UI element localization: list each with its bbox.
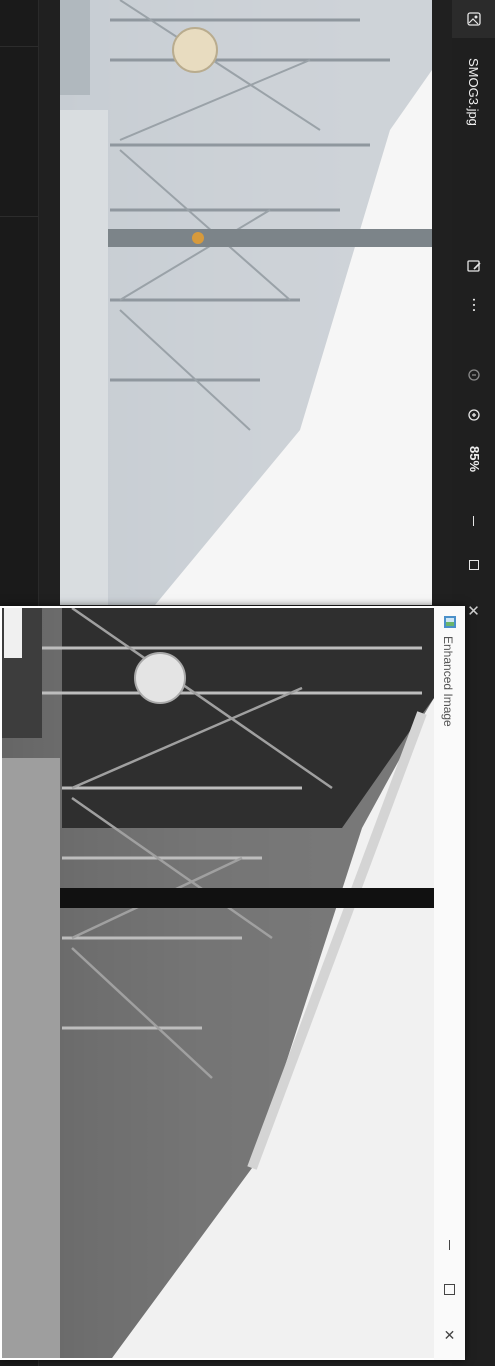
close-icon: ✕ (467, 603, 480, 620)
zoom-level: 85% (467, 446, 482, 473)
divider (0, 46, 38, 47)
enhanced-image (2, 608, 434, 1358)
minimize-icon (449, 1240, 450, 1250)
viewer-image (60, 0, 432, 605)
file-name: SMOG3.jpg (466, 58, 481, 126)
enhanced-maximize-button[interactable] (434, 1274, 465, 1304)
zoom-in-icon (467, 409, 480, 421)
minimize-icon (473, 516, 474, 526)
enhanced-minimize-button[interactable] (434, 1230, 465, 1260)
enhanced-close-button[interactable]: ✕ (434, 1320, 465, 1350)
gallery-icon (466, 12, 481, 26)
minimize-button[interactable] (452, 508, 495, 534)
smog-photo-graphic (60, 0, 432, 605)
maximize-icon (444, 1283, 455, 1295)
maximize-button[interactable] (452, 552, 495, 578)
more-options-button[interactable]: ⋯ (452, 292, 495, 320)
enhanced-photo-graphic (2, 608, 434, 1358)
zoom-out-icon (467, 369, 480, 381)
enhanced-title-bar: Enhanced Image ✕ (434, 606, 465, 1360)
divider (0, 216, 38, 217)
more-icon: ⋯ (465, 297, 482, 315)
app-icon (444, 616, 456, 628)
enhanced-image-window: Enhanced Image ✕ (0, 606, 465, 1360)
edit-image-button[interactable] (452, 252, 495, 280)
close-icon: ✕ (443, 1326, 456, 1343)
edit-image-icon (466, 260, 481, 272)
zoom-out-button[interactable] (452, 362, 495, 388)
zoom-in-button[interactable] (452, 402, 495, 428)
maximize-icon (468, 560, 479, 570)
gallery-button[interactable] (452, 0, 495, 38)
window-title: Enhanced Image (441, 636, 455, 727)
